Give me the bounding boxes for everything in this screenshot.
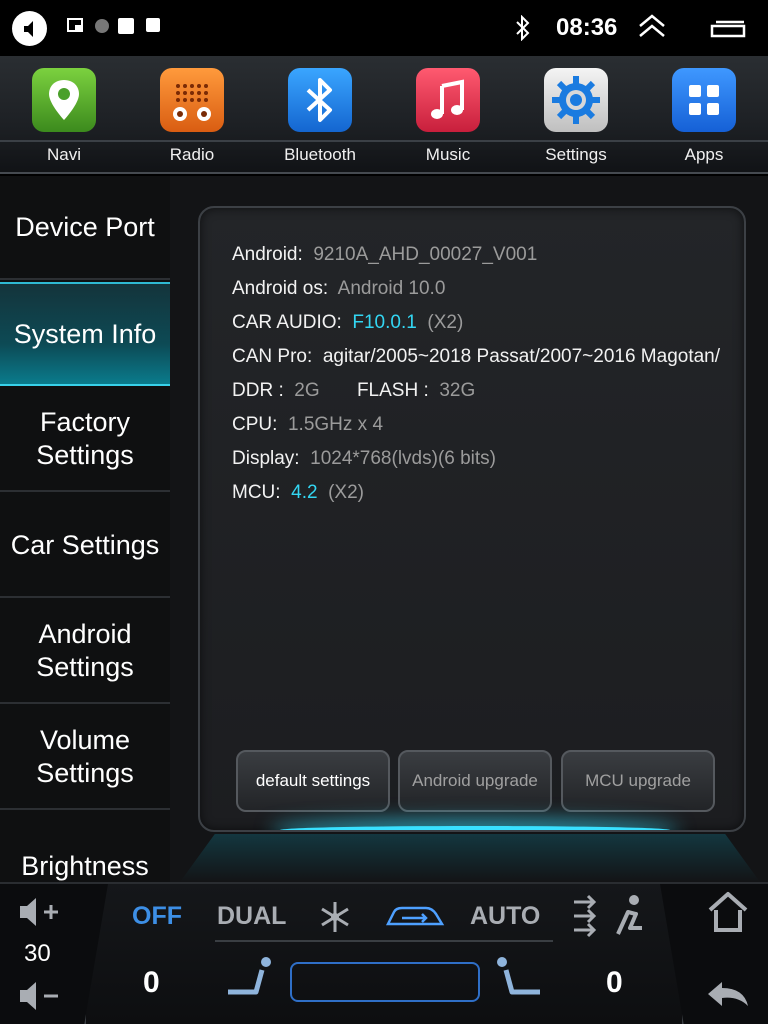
window-icon[interactable] (710, 20, 746, 38)
climate-off-button[interactable]: OFF (132, 902, 182, 931)
system-info-panel: Android: 9210A_AHD_00027_V001 Android os… (198, 206, 746, 832)
volume-up-icon[interactable] (18, 896, 64, 928)
app-label: Bluetooth (284, 145, 356, 164)
app-radio[interactable]: Radio (142, 68, 242, 168)
music-note-icon (416, 68, 480, 132)
bluetooth-icon (516, 15, 530, 41)
bluetooth-icon (288, 68, 352, 132)
android-version: 9210A_AHD_00027_V001 (313, 244, 538, 265)
app-label: Navi (46, 145, 81, 164)
dot-icon (95, 19, 109, 33)
snowflake-icon[interactable] (318, 900, 352, 934)
left-seat-icon[interactable] (224, 956, 276, 998)
airflow-seat-icon[interactable] (570, 892, 646, 940)
back-arrow-icon[interactable] (704, 976, 752, 1010)
app-music[interactable]: Music (398, 68, 498, 168)
clock: 08:36 (556, 14, 618, 41)
info-row-android: Android: 9210A_AHD_00027_V001 (232, 244, 538, 265)
dual-button[interactable]: DUAL (217, 902, 286, 931)
app-label: Apps (684, 145, 724, 164)
app-bar: Navi Radio Bluetooth Music Settings Apps (0, 56, 768, 174)
default-settings-button[interactable]: default settings (236, 750, 390, 812)
square-small-icon (146, 18, 160, 32)
menu-item-car-settings[interactable]: Car Settings (0, 494, 170, 598)
app-apps[interactable]: Apps (654, 68, 754, 168)
settings-menu: Device Port System Info Factory Settings… (0, 176, 170, 882)
mcu-upgrade-button[interactable]: MCU upgrade (561, 750, 715, 812)
can-pro-value: agitar/2005~2018 Passat/2007~2016 Magota… (322, 346, 721, 367)
menu-item-system-info[interactable]: System Info (0, 282, 170, 386)
android-os-version: Android 10.0 (337, 278, 446, 299)
cpu-value: 1.5GHz x 4 (287, 414, 384, 435)
app-navi[interactable]: Navi (14, 68, 114, 168)
panel-glow (280, 826, 670, 830)
recirculation-icon[interactable] (384, 900, 446, 932)
info-row-car-audio: CAR AUDIO: F10.0.1 (X2) (232, 312, 464, 333)
car-audio-version: F10.0.1 (352, 312, 417, 333)
temperature-display[interactable] (290, 962, 480, 1002)
info-row-can-pro: CAN Pro: agitar/2005~2018 Passat/2007~20… (232, 346, 721, 367)
right-seat-heat-level: 0 (606, 966, 623, 999)
info-row-mcu: MCU: 4.2 (X2) (232, 482, 365, 503)
app-label: Settings (545, 145, 607, 164)
right-seat-icon[interactable] (492, 956, 544, 998)
panel-reflection (180, 834, 760, 882)
climate-divider (215, 940, 553, 942)
menu-item-brightness[interactable]: Brightness (0, 812, 170, 882)
app-label: Music (425, 145, 471, 164)
volume-down-icon[interactable] (18, 980, 64, 1012)
back-icon[interactable] (12, 11, 47, 46)
volume-level: 30 (24, 940, 51, 967)
grid-icon (672, 68, 736, 132)
app-label: Radio (169, 145, 215, 164)
flash-value: 32G (439, 380, 476, 401)
square-icon (118, 18, 134, 34)
menu-item-android-settings[interactable]: Android Settings (0, 600, 170, 704)
menu-item-factory-settings[interactable]: Factory Settings (0, 388, 170, 492)
auto-button[interactable]: AUTO (470, 902, 540, 931)
system-info-content: Android: 9210A_AHD_00027_V001 Android os… (170, 176, 768, 882)
cast-icon (67, 18, 83, 32)
map-pin-icon (32, 68, 96, 132)
left-seat-heat-level: 0 (143, 966, 160, 999)
gear-icon (544, 68, 608, 132)
mcu-version: 4.2 (291, 482, 318, 503)
radio-icon (160, 68, 224, 132)
home-icon[interactable] (706, 890, 750, 934)
chevron-up-double-icon[interactable] (638, 14, 666, 40)
ddr-value: 2G (294, 380, 320, 401)
android-upgrade-button[interactable]: Android upgrade (398, 750, 552, 812)
display-value: 1024*768(lvds)(6 bits) (310, 448, 497, 469)
info-row-memory: DDR : 2G FLASH : 32G (232, 380, 476, 401)
app-bluetooth[interactable]: Bluetooth (270, 68, 370, 168)
info-row-cpu: CPU: 1.5GHz x 4 (232, 414, 384, 435)
app-settings[interactable]: Settings (526, 68, 626, 168)
info-row-display: Display: 1024*768(lvds)(6 bits) (232, 448, 497, 469)
status-bar: 08:36 (0, 0, 768, 56)
info-row-android-os: Android os: Android 10.0 (232, 278, 446, 299)
menu-item-device-port[interactable]: Device Port (0, 176, 170, 280)
menu-item-volume-settings[interactable]: Volume Settings (0, 706, 170, 810)
